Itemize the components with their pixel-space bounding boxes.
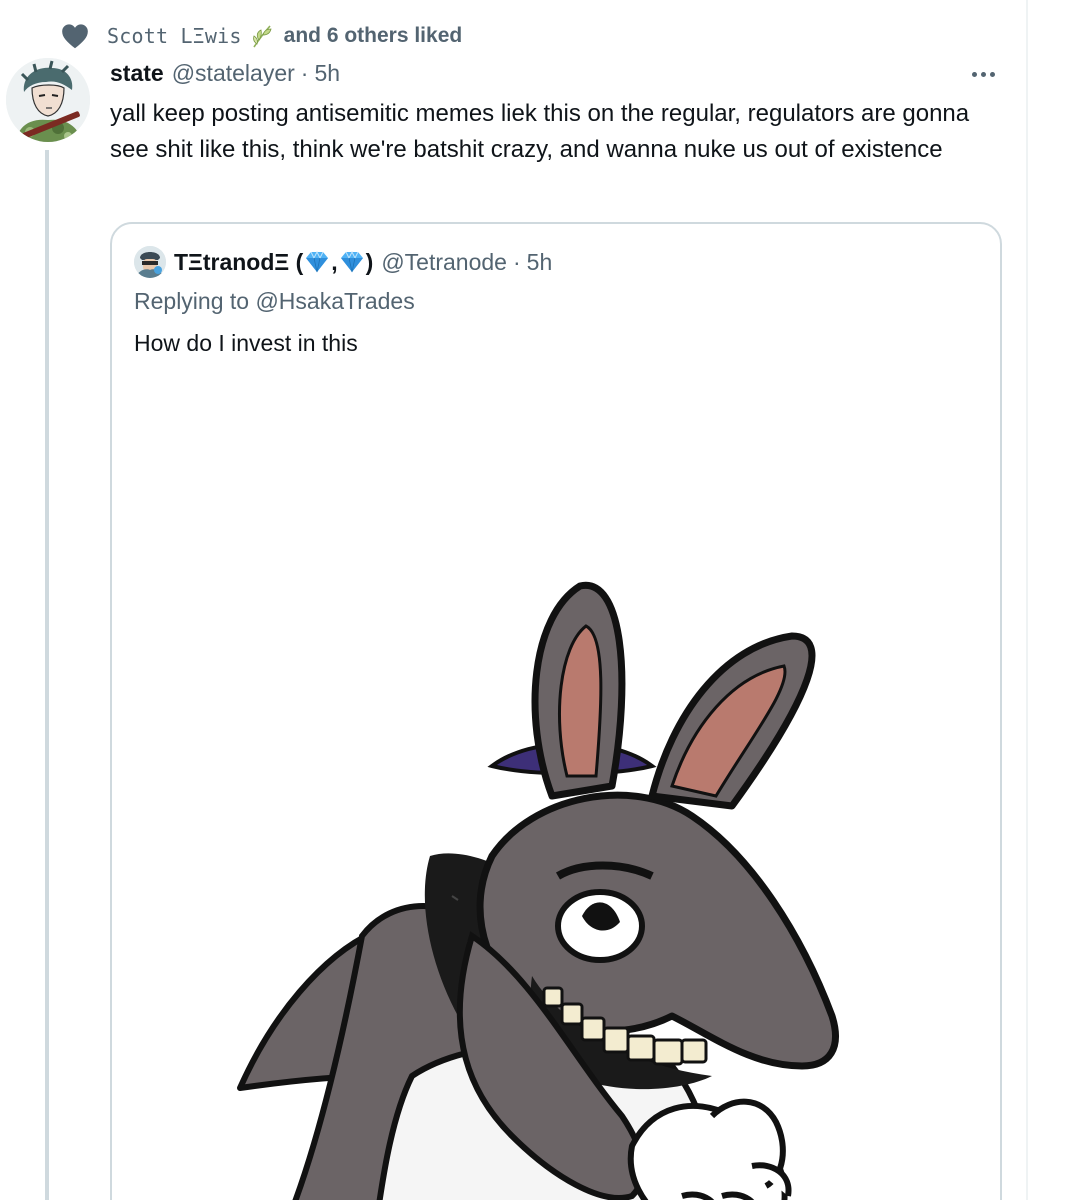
tweet-timestamp[interactable]: 5h xyxy=(314,60,340,87)
display-name[interactable]: state xyxy=(110,60,164,87)
replying-to[interactable]: Replying to @HsakaTrades xyxy=(134,288,415,315)
handle[interactable]: @statelayer xyxy=(172,60,295,87)
quote-name-suffix: ) xyxy=(365,248,374,275)
quote-separator-dot: · xyxy=(512,248,521,275)
quote-avatar xyxy=(134,246,166,278)
avatar[interactable] xyxy=(6,58,90,142)
thread-line xyxy=(45,150,49,1200)
quote-header: TΞtranodΞ ( ,) @Tetranode · 5h xyxy=(134,246,552,278)
social-context: Scott LΞwis and 6 others liked xyxy=(60,18,462,54)
quote-display-name[interactable]: TΞtranodΞ ( ,) xyxy=(174,249,373,276)
leaf-icon xyxy=(250,23,276,49)
separator-dot: · xyxy=(300,60,309,86)
tweet-text: yall keep posting antisemitic memes liek… xyxy=(110,100,970,163)
tweet-page: Scott LΞwis and 6 others liked state @st… xyxy=(0,0,1072,1200)
quote-text: How do I invest in this xyxy=(134,330,358,356)
quote-name-prefix: TΞtranodΞ ( xyxy=(174,248,304,275)
quote-tweet-card[interactable]: TΞtranodΞ ( ,) @Tetranode · 5h Replying… xyxy=(110,222,1002,1200)
quote-timestamp[interactable]: 5h xyxy=(527,249,553,276)
heart-icon xyxy=(60,21,90,51)
quote-handle[interactable]: @Tetranode xyxy=(381,249,507,276)
gem-icon xyxy=(338,250,366,274)
gem-icon xyxy=(303,250,331,274)
quote-image[interactable] xyxy=(112,376,1000,1200)
column-divider xyxy=(1026,0,1028,1200)
liked-text[interactable]: and 6 others liked xyxy=(284,24,463,48)
liker-name[interactable]: Scott LΞwis xyxy=(107,24,242,48)
tweet-header: state @statelayer · 5h xyxy=(110,60,340,87)
more-icon[interactable] xyxy=(966,62,1000,86)
